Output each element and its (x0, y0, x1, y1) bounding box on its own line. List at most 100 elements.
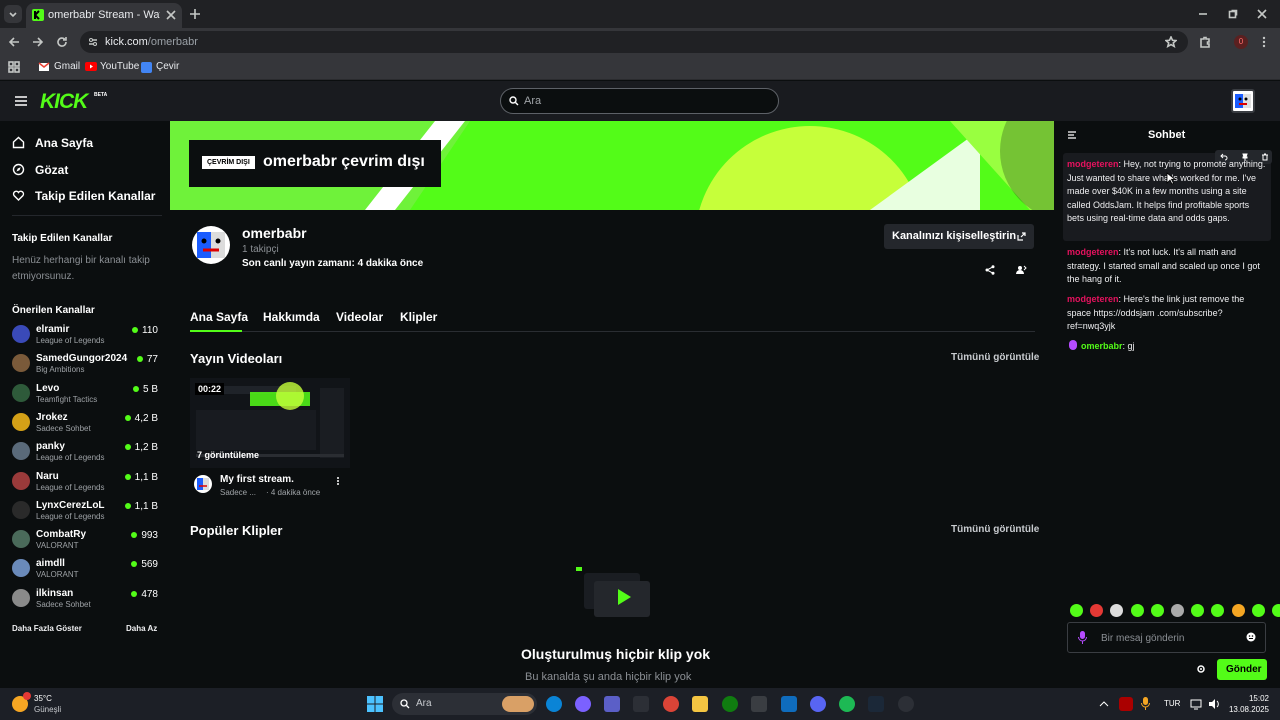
xbox-icon[interactable] (722, 696, 738, 712)
emote-icon[interactable] (1110, 604, 1124, 617)
minimize-icon[interactable] (1198, 9, 1208, 19)
copilot-icon[interactable] (575, 696, 591, 712)
chrome-icon[interactable] (663, 696, 679, 712)
profile-badge[interactable]: 0 (1234, 35, 1248, 49)
chat-input[interactable]: Bir mesaj gönderin (1067, 622, 1266, 653)
tray-microphone-icon[interactable] (1141, 697, 1150, 711)
emote-icon[interactable] (1191, 604, 1205, 617)
emote-icon[interactable] (1231, 604, 1245, 617)
video-thumbnail[interactable]: 00:22 7 görüntüleme (190, 378, 350, 468)
reload-icon[interactable] (56, 36, 68, 48)
video-category[interactable]: Sadece ... (220, 488, 256, 497)
emote-icon[interactable] (1171, 604, 1184, 617)
tab-about[interactable]: Hakkımda (263, 310, 320, 324)
emote-icon[interactable] (1130, 604, 1144, 617)
address-bar[interactable]: kick.com/omerbabr (80, 31, 1188, 53)
chat-username[interactable]: modgeteren (1067, 159, 1119, 169)
browser-tab[interactable]: omerbabr Stream - Watch Live (26, 3, 182, 28)
emote-icon[interactable] (1211, 604, 1225, 617)
steam-icon[interactable] (868, 696, 884, 712)
kick-logo[interactable]: KICK (40, 90, 88, 114)
forward-icon[interactable] (32, 36, 44, 48)
outlook-icon[interactable] (781, 696, 797, 712)
clock-time[interactable]: 15:02 (1229, 694, 1269, 703)
bookmark-translate[interactable]: Çevir (156, 61, 179, 72)
clock-date[interactable]: 13.08.2025 (1223, 705, 1269, 714)
bookmark-youtube[interactable]: YouTube (100, 61, 139, 72)
apps-grid-icon[interactable] (8, 61, 20, 73)
user-menu-icon[interactable] (1016, 265, 1027, 275)
close-window-icon[interactable] (1257, 9, 1267, 19)
chat-message[interactable]: modgeteren: It's not luck. It's all math… (1067, 246, 1267, 287)
extensions-icon[interactable] (1199, 36, 1211, 48)
edge-icon[interactable] (546, 696, 562, 712)
recommended-channel[interactable]: panky League of Legends 1,2 B (12, 439, 162, 465)
recommended-channel[interactable]: CombatRy VALORANT 993 (12, 527, 162, 553)
emote-icon[interactable] (1150, 604, 1164, 617)
recommended-channel[interactable]: SamedGungor2024 Big Ambitions 77 (12, 351, 162, 377)
network-icon[interactable] (1190, 698, 1202, 710)
show-less-link[interactable]: Daha Az (126, 624, 157, 633)
volume-icon[interactable] (1208, 698, 1220, 710)
chat-message[interactable]: modgeteren: Here's the link just remove … (1067, 293, 1267, 334)
videos-see-all[interactable]: Tümünü görüntüle (951, 352, 1039, 363)
recommended-channel[interactable]: Jrokez Sadece Sohbet 4,2 B (12, 410, 162, 436)
search-input[interactable]: Ara (500, 88, 779, 114)
back-icon[interactable] (8, 36, 20, 48)
menu-dots-icon[interactable] (1261, 36, 1267, 48)
site-info-icon[interactable] (87, 36, 99, 48)
bookmark-star-icon[interactable] (1165, 36, 1177, 48)
emote-icon[interactable] (1272, 604, 1280, 617)
tab-clips[interactable]: Klipler (400, 310, 437, 324)
recommended-channel[interactable]: Naru League of Legends 1,1 B (12, 469, 162, 495)
discord-icon[interactable] (810, 696, 826, 712)
emote-icon[interactable] (1070, 604, 1083, 617)
emote-icon[interactable] (1090, 604, 1104, 617)
channel-avatar[interactable] (192, 226, 230, 264)
kick-top-nav: KICK BETA Ara (0, 81, 1280, 121)
chat-message[interactable]: modgeteren: Hey, not trying to promote a… (1067, 158, 1267, 226)
new-tab-icon[interactable] (189, 8, 201, 20)
customize-channel-button[interactable]: Kanalınızı kişiselleştirin (884, 224, 1034, 249)
restore-icon[interactable] (1228, 9, 1238, 19)
recommended-channel[interactable]: LynxCerezLoL League of Legends 1,1 B (12, 498, 162, 524)
user-avatar[interactable] (1231, 89, 1255, 113)
video-more-icon[interactable] (336, 476, 340, 486)
collapse-chat-icon[interactable] (1068, 131, 1078, 139)
chat-username[interactable]: modgeteren (1067, 294, 1119, 304)
video-title[interactable]: My first stream. (220, 474, 294, 485)
clips-see-all[interactable]: Tümünü görüntüle (951, 524, 1039, 535)
store-icon[interactable] (751, 696, 767, 712)
app-circle-icon[interactable] (898, 696, 914, 712)
tray-chevron-icon[interactable] (1099, 700, 1109, 708)
teams-icon[interactable] (604, 696, 620, 712)
bookmark-gmail[interactable]: Gmail (54, 61, 80, 72)
tab-search-button[interactable] (4, 5, 22, 23)
windows-start-icon[interactable] (367, 696, 383, 712)
tab-home[interactable]: Ana Sayfa (190, 310, 248, 324)
recommended-channel[interactable]: Levo Teamfight Tactics 5 B (12, 381, 162, 407)
file-explorer-icon[interactable] (692, 696, 708, 712)
taskbar-search[interactable]: Ara (392, 693, 537, 715)
chat-message[interactable]: omerbabr: gj (1067, 340, 1267, 354)
video-channel-avatar[interactable] (194, 475, 212, 493)
spotify-icon[interactable] (839, 696, 855, 712)
emote-icon[interactable] (1251, 604, 1265, 617)
send-button[interactable]: Gönder (1217, 659, 1267, 680)
tab-title: omerbabr Stream - Watch Live (48, 9, 160, 21)
close-tab-icon[interactable] (166, 10, 176, 20)
app-g-icon[interactable] (633, 696, 649, 712)
share-icon[interactable] (985, 265, 995, 275)
language-indicator[interactable]: TUR (1164, 699, 1180, 708)
show-more-link[interactable]: Daha Fazla Göster (12, 624, 82, 633)
chat-username[interactable]: omerbabr (1081, 341, 1123, 351)
emoji-icon[interactable] (1246, 632, 1256, 642)
tray-app-icon[interactable] (1119, 697, 1133, 711)
tab-videos[interactable]: Videolar (336, 310, 383, 324)
hamburger-menu-icon[interactable] (15, 96, 27, 106)
recommended-channel[interactable]: elramir League of Legends 110 (12, 322, 162, 348)
chat-username[interactable]: modgeteren (1067, 247, 1119, 257)
recommended-channel[interactable]: ilkinsan Sadece Sohbet 478 (12, 586, 162, 612)
chat-settings-gear-icon[interactable] (1196, 664, 1206, 674)
recommended-channel[interactable]: aimdll VALORANT 569 (12, 556, 162, 582)
